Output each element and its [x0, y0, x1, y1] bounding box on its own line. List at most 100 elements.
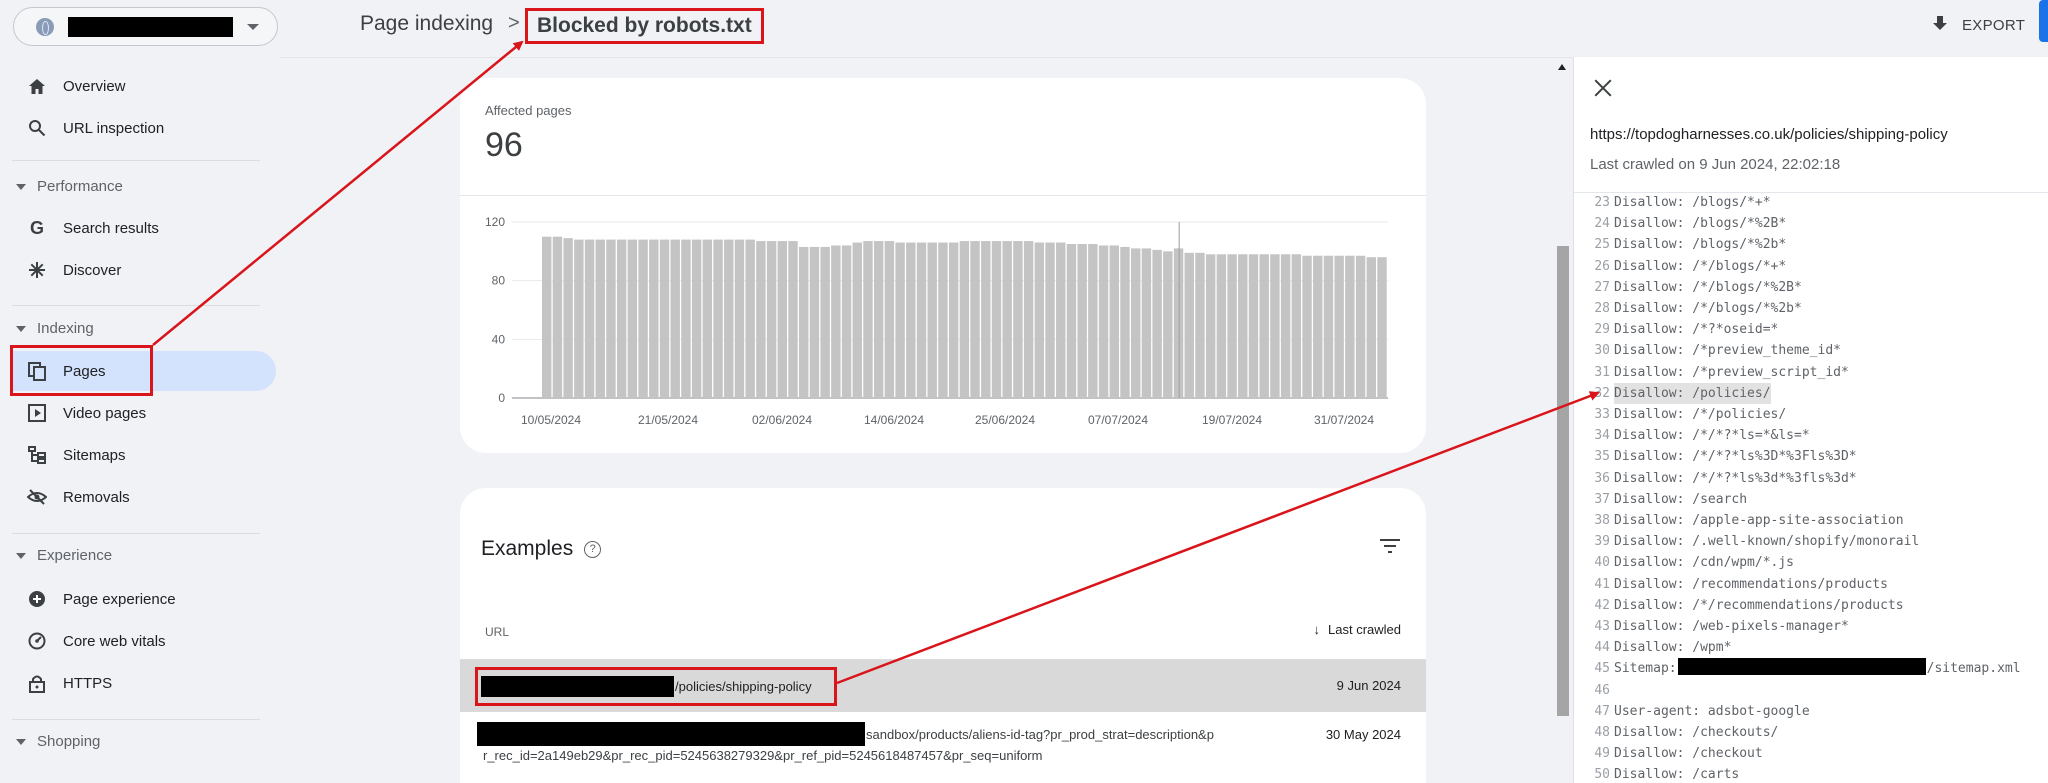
robots-txt-viewer[interactable]: 23 Disallow: /blogs/*+* 24 Disallow: /blogs…: [1574, 193, 2048, 783]
section-performance[interactable]: Performance: [16, 178, 123, 195]
line-number: 30: [1594, 343, 1610, 359]
sidebar-item-label: Video pages: [63, 404, 147, 422]
code-line: 39 Disallow: /.well-known/shopify/monorai…: [1574, 531, 1919, 552]
help-icon[interactable]: ?: [584, 540, 602, 558]
export-label: EXPORT: [1962, 16, 2026, 34]
x-tick-label: 02/06/2024: [752, 413, 812, 427]
affected-pages-chart[interactable]: 0 40 80 120 10/05/2024 21/05/2024 02/06/2024 14…: [460, 196, 1426, 436]
code-line: 49 Disallow: /checkout: [1574, 743, 1762, 764]
chart-bar: [616, 239, 627, 398]
chart-bar: [691, 239, 702, 398]
scroll-up-arrow-icon[interactable]: [1558, 64, 1566, 70]
line-number: 46: [1594, 682, 1610, 698]
code-line: 47 User-agent: adsbot-google: [1574, 701, 1810, 722]
code-line: 29 Disallow: /*?*oseid=*: [1574, 319, 1778, 340]
export-button[interactable]: EXPORT: [1932, 10, 2025, 40]
chart-bar: [777, 241, 788, 398]
chart-bar: [1184, 252, 1194, 398]
code-text: Disallow: /*/blogs/*%2B*: [1614, 279, 1802, 295]
chart-bar: [1023, 241, 1034, 398]
code-text: Disallow: /apple-app-site-association: [1614, 513, 1904, 528]
section-shopping[interactable]: Shopping: [16, 733, 100, 750]
lock-icon: [26, 672, 48, 694]
property-selector[interactable]: [13, 7, 278, 46]
annotation-box-pages: [10, 345, 153, 396]
sidebar-divider: [12, 160, 260, 161]
sidebar-divider: [12, 533, 260, 534]
chart-bar: [1045, 242, 1055, 398]
code-text: User-agent: adsbot-google: [1614, 703, 1810, 719]
chart-bar: [1066, 244, 1077, 398]
sidebar-divider: [12, 719, 260, 720]
code-line: 38 Disallow: /apple-app-site-association: [1574, 510, 1904, 531]
breadcrumb-root[interactable]: Page indexing: [360, 12, 493, 36]
chart-bar: [1152, 249, 1162, 398]
chart-bar: [724, 239, 734, 398]
chart-bar: [1088, 244, 1098, 398]
redacted-domain: [477, 722, 865, 746]
summary-chart-card: Affected pages 96 0 40 80 120 10/05/2024 21/0…: [460, 78, 1426, 453]
chart-bar: [1334, 255, 1344, 398]
line-number: 38: [1594, 513, 1610, 528]
line-number: 47: [1594, 703, 1610, 719]
line-number: 25: [1594, 237, 1610, 253]
code-text: Disallow: /cdn/wpm/*.js: [1614, 555, 1795, 571]
chart-bar: [959, 241, 970, 398]
code-text: Disallow: /web-pixels-manager*: [1614, 619, 1849, 634]
line-number: 24: [1594, 216, 1610, 232]
chart-bar: [927, 242, 937, 398]
filter-icon[interactable]: [1380, 538, 1400, 554]
chart-bar: [734, 239, 745, 398]
chart-bar: [873, 241, 884, 398]
sidebar-item-label: Discover: [63, 261, 122, 279]
code-text: Disallow: /*/*?*ls%3D*%3Fls%3D*: [1614, 449, 1857, 465]
chart-bar: [841, 245, 852, 398]
sidebar-item-removals[interactable]: Removals: [12, 477, 276, 517]
sidebar-item-video-pages[interactable]: Video pages: [12, 393, 276, 433]
globe-icon: [36, 17, 54, 36]
table-row[interactable]: /policies/shipping-policy 9 Jun 2024: [460, 660, 1426, 712]
line-number: 35: [1594, 449, 1610, 465]
column-header-last-crawled[interactable]: ↓ Last crawled: [1314, 622, 1401, 637]
code-line: 40 Disallow: /cdn/wpm/*.js: [1574, 552, 1794, 573]
code-line: 23 Disallow: /blogs/*+*: [1574, 193, 1770, 213]
sidebar-item-search-results[interactable]: G Search results: [12, 208, 276, 248]
close-icon[interactable]: [1594, 79, 1612, 97]
sidebar-item-url-inspection[interactable]: URL inspection: [12, 108, 276, 148]
accent-button-edge[interactable]: [2039, 0, 2048, 42]
chart-bar: [1259, 254, 1269, 398]
chart-bar: [552, 236, 563, 398]
sort-arrow-down-icon: ↓: [1313, 622, 1321, 637]
line-number: 49: [1594, 746, 1610, 762]
x-tick-label: 10/05/2024: [521, 413, 581, 427]
line-number: 36: [1594, 470, 1610, 486]
redacted-sitemap-domain: [1677, 658, 1926, 676]
annotated-url-cell: /policies/shipping-policy: [475, 667, 837, 706]
line-number: 31: [1594, 364, 1610, 380]
sidebar-item-overview[interactable]: Overview: [12, 66, 276, 106]
table-row[interactable]: sandbox/products/aliens-id-tag?pr_prod_s…: [460, 713, 1426, 773]
sidebar-item-core-web-vitals[interactable]: Core web vitals: [12, 621, 276, 661]
sidebar-item-page-experience[interactable]: Page experience: [12, 579, 276, 619]
affected-pages-value: 96: [485, 126, 523, 164]
code-text: Disallow: /*preview_theme_id*: [1614, 343, 1841, 359]
sidebar-item-discover[interactable]: Discover: [12, 250, 276, 290]
code-line: 31 Disallow: /*preview_script_id*: [1574, 362, 1848, 383]
chart-bar: [638, 239, 648, 398]
x-tick-label: 14/06/2024: [864, 413, 924, 427]
section-label: Indexing: [37, 320, 94, 337]
chart-bar: [584, 239, 595, 398]
scrollbar-thumb[interactable]: [1557, 246, 1569, 716]
code-text: Disallow: /checkouts/: [1614, 725, 1779, 740]
last-crawled-text: Last crawled on 9 Jun 2024, 22:02:18: [1590, 156, 1841, 173]
sidebar-item-https[interactable]: HTTPS: [12, 663, 276, 703]
y-tick-label: 40: [492, 332, 506, 346]
code-text: Disallow: /*/blogs/*%2b*: [1614, 301, 1802, 316]
chart-bar: [563, 238, 573, 398]
sidebar-item-sitemaps[interactable]: Sitemaps: [12, 435, 276, 475]
section-experience[interactable]: Experience: [16, 547, 112, 564]
search-icon: [26, 117, 48, 139]
code-line: 33 Disallow: /*/policies/: [1574, 404, 1786, 425]
chart-bar: [788, 241, 798, 398]
section-indexing[interactable]: Indexing: [16, 320, 94, 337]
